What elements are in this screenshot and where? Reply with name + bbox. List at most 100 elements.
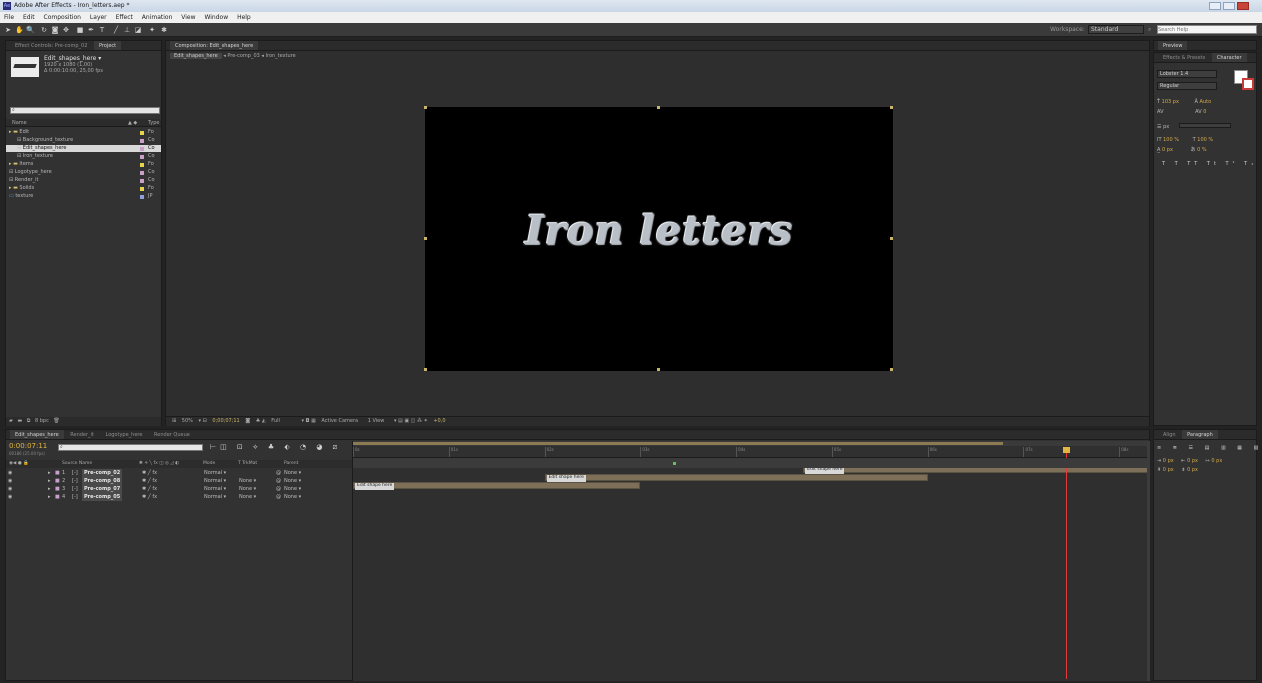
transform-handle[interactable] bbox=[890, 106, 893, 109]
tab-character[interactable]: Character bbox=[1211, 53, 1247, 62]
new-folder-icon[interactable]: ▬ bbox=[17, 418, 22, 424]
parent-dropdown[interactable]: None ▾ bbox=[284, 469, 301, 477]
playhead[interactable] bbox=[1062, 447, 1070, 679]
label-color-swatch[interactable] bbox=[140, 195, 144, 199]
tab-logotype-here[interactable]: Logotype_here bbox=[101, 430, 148, 439]
label-color-swatch[interactable] bbox=[140, 155, 144, 159]
project-item[interactable]: ▸ ▬ Solids Fo bbox=[6, 185, 161, 192]
transform-handle[interactable] bbox=[424, 368, 427, 371]
transform-handle[interactable] bbox=[890, 368, 893, 371]
tab-project[interactable]: Project bbox=[94, 41, 122, 50]
playhead-handle-icon[interactable] bbox=[1062, 447, 1070, 453]
label-color-icon[interactable]: ■ bbox=[55, 469, 60, 477]
label-color-swatch[interactable] bbox=[140, 139, 144, 143]
type-tool-icon[interactable]: T bbox=[98, 26, 106, 34]
menu-file[interactable]: File bbox=[4, 14, 14, 21]
visibility-icon[interactable]: ◉ bbox=[8, 469, 12, 477]
grid-icon[interactable]: ⊞ bbox=[172, 418, 176, 424]
close-button[interactable] bbox=[1237, 2, 1249, 10]
label-color-icon[interactable]: ■ bbox=[55, 477, 60, 485]
tab-edit-shapes-here[interactable]: Edit_shapes_here bbox=[10, 430, 64, 439]
expand-icon[interactable]: ▸ bbox=[48, 485, 51, 493]
parent-dropdown[interactable]: None ▾ bbox=[284, 485, 301, 493]
tab-align[interactable]: Align bbox=[1158, 430, 1181, 439]
font-style-dropdown[interactable]: Regular bbox=[1157, 82, 1217, 90]
comment-marker[interactable]: Edit shape here bbox=[355, 483, 395, 490]
menu-help[interactable]: Help bbox=[237, 14, 251, 21]
breadcrumb-iron-texture[interactable]: Iron_texture bbox=[266, 53, 296, 59]
expand-icon[interactable]: ▸ bbox=[48, 477, 51, 485]
hand-tool-icon[interactable]: ✋ bbox=[15, 26, 24, 34]
layer-name[interactable]: Pre-comp_02 bbox=[82, 469, 123, 477]
label-color-swatch[interactable] bbox=[140, 179, 144, 183]
timeline-scrollbar[interactable] bbox=[1147, 441, 1150, 681]
clone-tool-icon[interactable]: ⊥ bbox=[123, 26, 131, 34]
selection-tool-icon[interactable]: ➤ bbox=[4, 26, 12, 34]
layer-row[interactable]: ◉ ▸ ■ 4 [-] Pre-comp_05 ✱ ╱ fx Normal ▾ None ▾ @ N… bbox=[6, 493, 352, 501]
blend-mode-dropdown[interactable]: Normal ▾ bbox=[204, 477, 226, 485]
baseline-shift-value[interactable]: 0 px bbox=[1162, 147, 1173, 153]
magnification-dropdown[interactable]: 50% bbox=[182, 418, 193, 424]
transform-handle[interactable] bbox=[657, 368, 660, 371]
expand-icon[interactable]: ▸ bbox=[48, 469, 51, 477]
label-color-swatch[interactable] bbox=[140, 187, 144, 191]
new-comp-icon[interactable]: ⧉ bbox=[27, 418, 31, 424]
col-name[interactable]: Name bbox=[12, 119, 27, 127]
zoom-tool-icon[interactable]: 🔍 bbox=[26, 26, 35, 34]
leading-value[interactable]: Auto bbox=[1200, 99, 1212, 105]
pickwhip-icon[interactable]: @ bbox=[276, 477, 281, 485]
tsume-value[interactable]: 0 % bbox=[1197, 147, 1207, 153]
minimize-button[interactable] bbox=[1209, 2, 1221, 10]
label-color-swatch[interactable] bbox=[140, 163, 144, 167]
tab-render-queue[interactable]: Render Queue bbox=[149, 430, 195, 439]
layer-row[interactable]: ◉ ▸ ■ 1 [-] Pre-comp_02 ✱ ╱ fx Normal ▾ @ None ▾ bbox=[6, 469, 352, 477]
space-after-value[interactable]: 0 px bbox=[1187, 467, 1198, 473]
region-of-interest-icon[interactable]: ▾ ◘ ▦ bbox=[301, 418, 315, 424]
rectangle-tool-icon[interactable]: ■ bbox=[76, 26, 84, 34]
pickwhip-icon[interactable]: @ bbox=[276, 469, 281, 477]
layer-name[interactable]: Pre-comp_07 bbox=[82, 485, 123, 493]
alignment-buttons[interactable]: ≡ ≣ ☰ ▤ ▥ ▦ ▧ bbox=[1157, 445, 1262, 452]
transform-handle[interactable] bbox=[424, 237, 427, 240]
viewer-options-icon[interactable]: ▾ ▤ ▣ ◫ ⁂ ✶ bbox=[394, 418, 428, 424]
project-item[interactable]: ▸ ▬ Items Fo bbox=[6, 161, 161, 168]
blend-mode-dropdown[interactable]: Normal ▾ bbox=[204, 485, 226, 493]
menu-composition[interactable]: Composition bbox=[44, 14, 81, 21]
label-color-swatch[interactable] bbox=[140, 147, 144, 151]
item-name[interactable]: Edit_shapes_here ▾ bbox=[44, 55, 101, 62]
timeline-timecode[interactable]: 0:00:07:11 bbox=[9, 442, 47, 450]
current-time[interactable]: 0;00;07;11 bbox=[212, 418, 239, 424]
blend-mode-dropdown[interactable]: Normal ▾ bbox=[204, 493, 226, 501]
parent-dropdown[interactable]: None ▾ bbox=[284, 493, 301, 501]
workspace-dropdown[interactable]: Standard bbox=[1088, 25, 1144, 34]
pan-behind-tool-icon[interactable]: ✥ bbox=[62, 26, 70, 34]
tab-preview[interactable]: Preview bbox=[1158, 41, 1188, 50]
menu-edit[interactable]: Edit bbox=[23, 14, 35, 21]
project-item[interactable]: ⊟ Render_it Co bbox=[6, 177, 161, 184]
project-item[interactable]: ▸ ▬ Edit Fo bbox=[6, 129, 161, 136]
safe-zones-icon[interactable]: ▾ ⊟ bbox=[199, 418, 207, 424]
pen-tool-icon[interactable]: ✒ bbox=[87, 26, 95, 34]
stroke-color-swatch[interactable] bbox=[1242, 78, 1254, 90]
layer-duration-bar[interactable]: Edit shape here bbox=[353, 482, 641, 490]
puppet-tool-icon[interactable]: ✱ bbox=[160, 26, 168, 34]
layer-switches-icon[interactable]: ✱ ╱ fx bbox=[142, 485, 157, 493]
time-ruler[interactable]: 0s 01s 02s 03s 04s 05s 06s 07s 08s bbox=[353, 447, 1148, 458]
project-item[interactable]: ⊟ Edit_shapes_here Co bbox=[6, 145, 161, 152]
pickwhip-icon[interactable]: @ bbox=[276, 485, 281, 493]
col-source-name[interactable]: Source Name bbox=[62, 460, 92, 468]
project-item[interactable]: ⊟ Logotype_here Co bbox=[6, 169, 161, 176]
view-layout-dropdown[interactable]: 1 View bbox=[368, 418, 385, 424]
horizontal-scale-value[interactable]: 100 % bbox=[1197, 137, 1213, 143]
bpc-button[interactable]: 8 bpc bbox=[35, 418, 49, 424]
tab-paragraph[interactable]: Paragraph bbox=[1182, 430, 1218, 439]
trkmat-dropdown[interactable]: None ▾ bbox=[239, 477, 256, 485]
layer-duration-bar[interactable]: Edit shape here bbox=[544, 474, 928, 482]
label-color-icon[interactable]: ■ bbox=[55, 485, 60, 493]
project-item[interactable]: ▭ texture JP bbox=[6, 193, 161, 200]
label-color-icon[interactable]: ■ bbox=[55, 493, 60, 501]
breadcrumb-precomp-03[interactable]: Pre-comp_03 bbox=[227, 53, 259, 59]
layer-switches-icon[interactable]: ✱ ╱ fx bbox=[142, 469, 157, 477]
delete-icon[interactable]: 🗑 bbox=[53, 418, 59, 424]
tab-render-it[interactable]: Render_it bbox=[65, 430, 99, 439]
